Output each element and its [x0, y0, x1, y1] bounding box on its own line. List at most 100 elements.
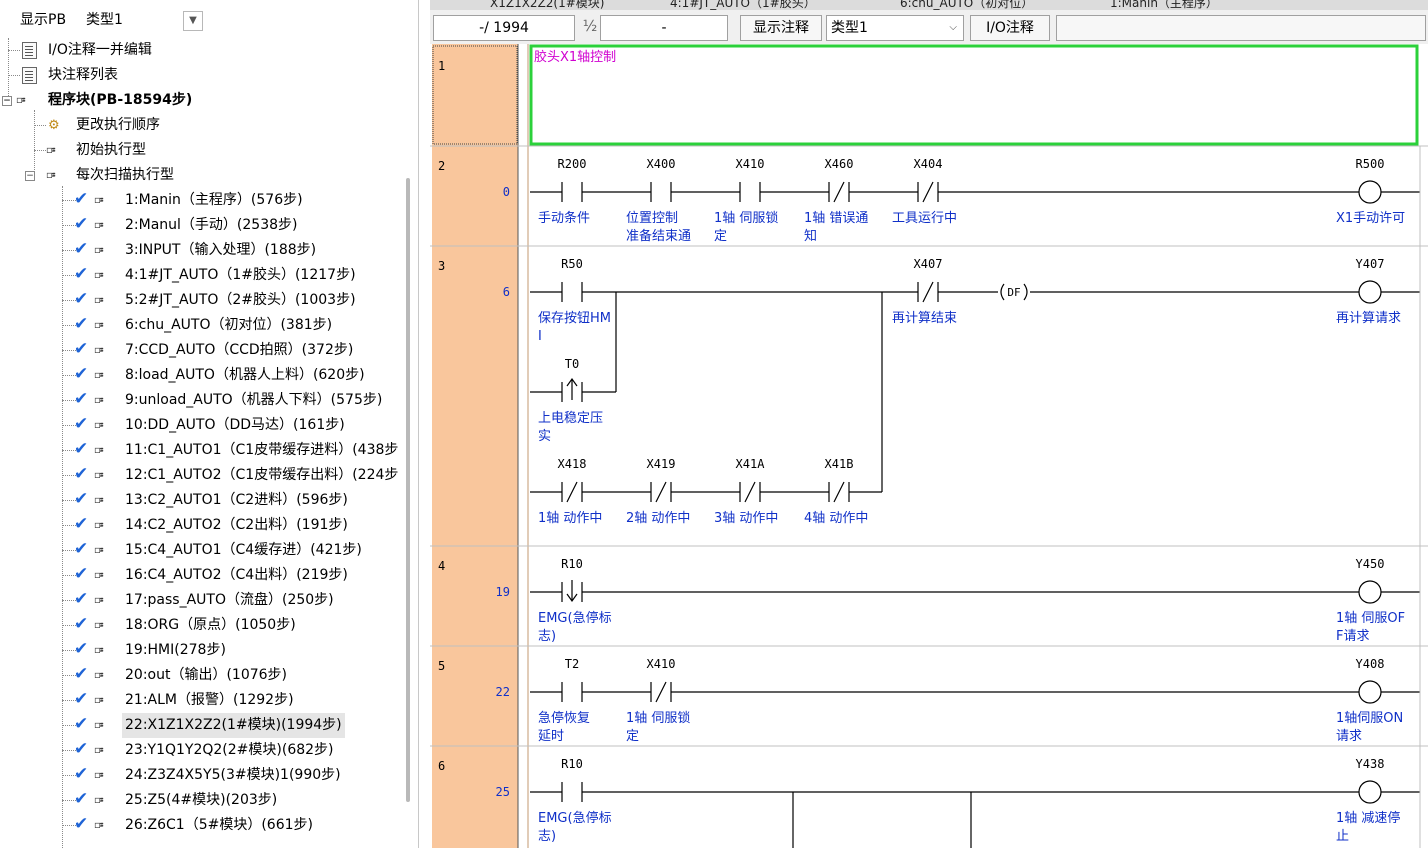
- device-comment: 3轴 动作中: [714, 511, 778, 526]
- program-block-icon: ▫፡፡: [94, 395, 103, 406]
- chevron-down-icon[interactable]: ▼: [183, 11, 203, 31]
- tree-item-program[interactable]: ✔ ▫፡፡ 19:HMI(278步): [0, 638, 418, 663]
- check-icon: ✔: [74, 739, 89, 759]
- rung-number: 2: [438, 159, 445, 173]
- tree-item-program[interactable]: ✔ ▫፡፡ 12:C1_AUTO2（C1皮带缓存出料）(224步: [0, 463, 418, 488]
- tree-item-program[interactable]: ✔ ▫፡፡ 20:out（输出）(1076步): [0, 663, 418, 688]
- tree-item-program[interactable]: ✔ ▫፡፡ 21:ALM（报警）(1292步): [0, 688, 418, 713]
- device-comment: 请求: [1336, 729, 1362, 744]
- tree-item-program[interactable]: ✔ ▫፡፡ 10:DD_AUTO（DD马达）(161步): [0, 413, 418, 438]
- tree-item-program[interactable]: ✔ ▫፡፡ 6:chu_AUTO（初对位）(381步): [0, 313, 418, 338]
- tree-toolbar: 显示PB 类型1 ▼: [0, 0, 418, 40]
- tree-item-program[interactable]: ✔ ▫፡፡ 18:ORG（原点）(1050步): [0, 613, 418, 638]
- tree-item-change-order[interactable]: ⚙ 更改执行顺序: [0, 113, 418, 138]
- show-pb-button[interactable]: 显示PB: [16, 9, 70, 31]
- rung-2[interactable]: [530, 180, 1420, 204]
- tree-item-program[interactable]: ✔ ▫፡፡ 22:X1Z1X2Z2(1#模块)(1994步): [0, 713, 418, 738]
- block-comment-box[interactable]: [529, 44, 1419, 146]
- tree-item-program-blocks[interactable]: − ▫፡፡ 程序块(PB-18594步): [0, 88, 418, 113]
- device-label: T0: [565, 357, 579, 371]
- tree-item-program[interactable]: ✔ ▫፡፡ 16:C4_AUTO2（C4出料）(219步): [0, 563, 418, 588]
- program-block-icon: ▫፡፡: [94, 445, 103, 456]
- device-label: X419: [647, 457, 676, 471]
- tree-item-initial-exec[interactable]: ▫፡፡ 初始执行型: [0, 138, 418, 163]
- gear-icon: ⚙: [48, 118, 60, 133]
- device-comment: 1轴 伺服锁: [714, 210, 778, 226]
- program-tabs: X1Z1X2Z2(1#模块) 4:1#JT_AUTO（1#胶头） 6:chu_A…: [430, 0, 1428, 10]
- monitor-toggle-icon[interactable]: ½: [580, 17, 600, 39]
- tree-item-block-comment-list[interactable]: 块注释列表: [0, 63, 418, 88]
- collapse-icon[interactable]: −: [2, 96, 12, 106]
- tree-item-each-scan[interactable]: − ▫፡፡ 每次扫描执行型: [0, 163, 418, 188]
- rung-4[interactable]: [530, 580, 1420, 604]
- tree-item-program[interactable]: ✔ ▫፡፡ 24:Z3Z4X5Y5(3#模块)1(990步): [0, 763, 418, 788]
- program-block-icon: ▫፡፡: [94, 270, 103, 281]
- tab-chu-auto[interactable]: 6:chu_AUTO（初对位）: [900, 0, 1033, 10]
- tree-item-program[interactable]: ✔ ▫፡፡ 15:C4_AUTO1（C4缓存进）(421步): [0, 538, 418, 563]
- ladder-diagram[interactable]: 胶头X1轴控制 1 2 0 3 6 4 19 5 22 6 25 R200 X4…: [430, 44, 1428, 848]
- tree-label: 6:chu_AUTO（初对位）(381步): [125, 317, 333, 333]
- tab-1jt-auto[interactable]: 4:1#JT_AUTO（1#胶头）: [670, 0, 816, 10]
- tree-item-program[interactable]: ✔ ▫፡፡ 25:Z5(4#模块)(203步): [0, 788, 418, 813]
- program-block-icon: ▫፡፡: [94, 220, 103, 231]
- rung-step: 6: [503, 285, 510, 299]
- tree-label: 23:Y1Q1Y2Q2(2#模块)(682步): [125, 742, 334, 758]
- tree-item-program[interactable]: ✔ ▫፡፡ 4:1#JT_AUTO（1#胶头）(1217步): [0, 263, 418, 288]
- program-block-icon: ▫፡፡: [94, 195, 103, 206]
- program-block-icon: ▫፡፡: [94, 420, 103, 431]
- tree-item-program[interactable]: ✔ ▫፡፡ 8:load_AUTO（机器人上料）(620步): [0, 363, 418, 388]
- check-icon: ✔: [74, 364, 89, 384]
- program-block-icon: ▫፡፡: [94, 795, 103, 806]
- check-icon: ✔: [74, 239, 89, 259]
- list-icon: [22, 67, 37, 84]
- tree-item-program[interactable]: ✔ ▫፡፡ 1:Manin（主程序）(576步): [0, 188, 418, 213]
- tree-item-program[interactable]: ✔ ▫፡፡ 13:C2_AUTO1（C2进料）(596步): [0, 488, 418, 513]
- tree-item-program[interactable]: ✔ ▫፡፡ 23:Y1Q1Y2Q2(2#模块)(682步): [0, 738, 418, 763]
- tree-item-program[interactable]: ✔ ▫፡፡ 2:Manul（手动）(2538步): [0, 213, 418, 238]
- tab-manin[interactable]: 1:Manin（主程序）: [1110, 0, 1218, 10]
- device-label: X407: [914, 257, 943, 271]
- tree-label: I/O注释一并编辑: [48, 42, 152, 58]
- tree-item-program[interactable]: ✔ ▫፡፡ 11:C1_AUTO1（C1皮带缓存进料）(438步: [0, 438, 418, 463]
- tree-item-program[interactable]: ✔ ▫፡፡ 14:C2_AUTO2（C2出料）(191步): [0, 513, 418, 538]
- program-block-icon: ▫፡፡: [94, 470, 103, 481]
- collapse-icon[interactable]: −: [25, 171, 35, 181]
- rung-number: 3: [438, 259, 445, 273]
- tree-label: 26:Z6C1（5#模块）(661步): [125, 817, 313, 833]
- tree-label: 15:C4_AUTO1（C4缓存进）(421步): [125, 542, 362, 558]
- rung-step: 25: [496, 785, 510, 799]
- check-icon: ✔: [74, 214, 89, 234]
- device-comment: 志): [538, 629, 556, 644]
- program-block-icon: ▫፡፡: [16, 95, 25, 106]
- tree-item-program[interactable]: ✔ ▫፡፡ 9:unload_AUTO（机器人下料）(575步): [0, 388, 418, 413]
- io-comment-button[interactable]: I/O注释: [970, 15, 1050, 41]
- value-box: -: [600, 15, 728, 41]
- program-block-icon: ▫፡፡: [94, 645, 103, 656]
- check-icon: ✔: [74, 539, 89, 559]
- tree-item-program[interactable]: ✔ ▫፡፡ 3:INPUT（输入处理）(188步): [0, 238, 418, 263]
- check-icon: ✔: [74, 414, 89, 434]
- device-label: X41B: [825, 457, 854, 471]
- program-block-icon: ▫፡፡: [94, 320, 103, 331]
- device-label: Y408: [1356, 657, 1385, 671]
- comment-type-select[interactable]: 类型1 ⌵: [826, 15, 964, 41]
- tree-label: 18:ORG（原点）(1050步): [125, 617, 296, 633]
- show-comment-button[interactable]: 显示注释: [740, 15, 822, 41]
- rung-number: 1: [438, 59, 445, 73]
- program-block-icon: ▫፡፡: [94, 745, 103, 756]
- tree-scrollbar[interactable]: [406, 178, 410, 802]
- tree-item-program[interactable]: ✔ ▫፡፡ 26:Z6C1（5#模块）(661步): [0, 813, 418, 838]
- tab-x1z1x2z2[interactable]: X1Z1X2Z2(1#模块): [490, 0, 604, 10]
- check-icon: ✔: [74, 689, 89, 709]
- tree-item-program[interactable]: ✔ ▫፡፡ 7:CCD_AUTO（CCD拍照）(372步): [0, 338, 418, 363]
- device-label: X418: [558, 457, 587, 471]
- tree-item-io-comment[interactable]: I/O注释一并编辑: [0, 38, 418, 63]
- tree-item-program[interactable]: ✔ ▫፡፡ 5:2#JT_AUTO（2#胶头）(1003步): [0, 288, 418, 313]
- check-icon: ✔: [74, 464, 89, 484]
- rung-5[interactable]: [530, 680, 1420, 704]
- tree-label: 16:C4_AUTO2（C4出料）(219步): [125, 567, 348, 583]
- type-select[interactable]: 类型1: [82, 9, 127, 31]
- rung-6[interactable]: [530, 780, 1420, 848]
- tree-item-program[interactable]: ✔ ▫፡፡ 17:pass_AUTO（流盘）(250步): [0, 588, 418, 613]
- check-icon: ✔: [74, 339, 89, 359]
